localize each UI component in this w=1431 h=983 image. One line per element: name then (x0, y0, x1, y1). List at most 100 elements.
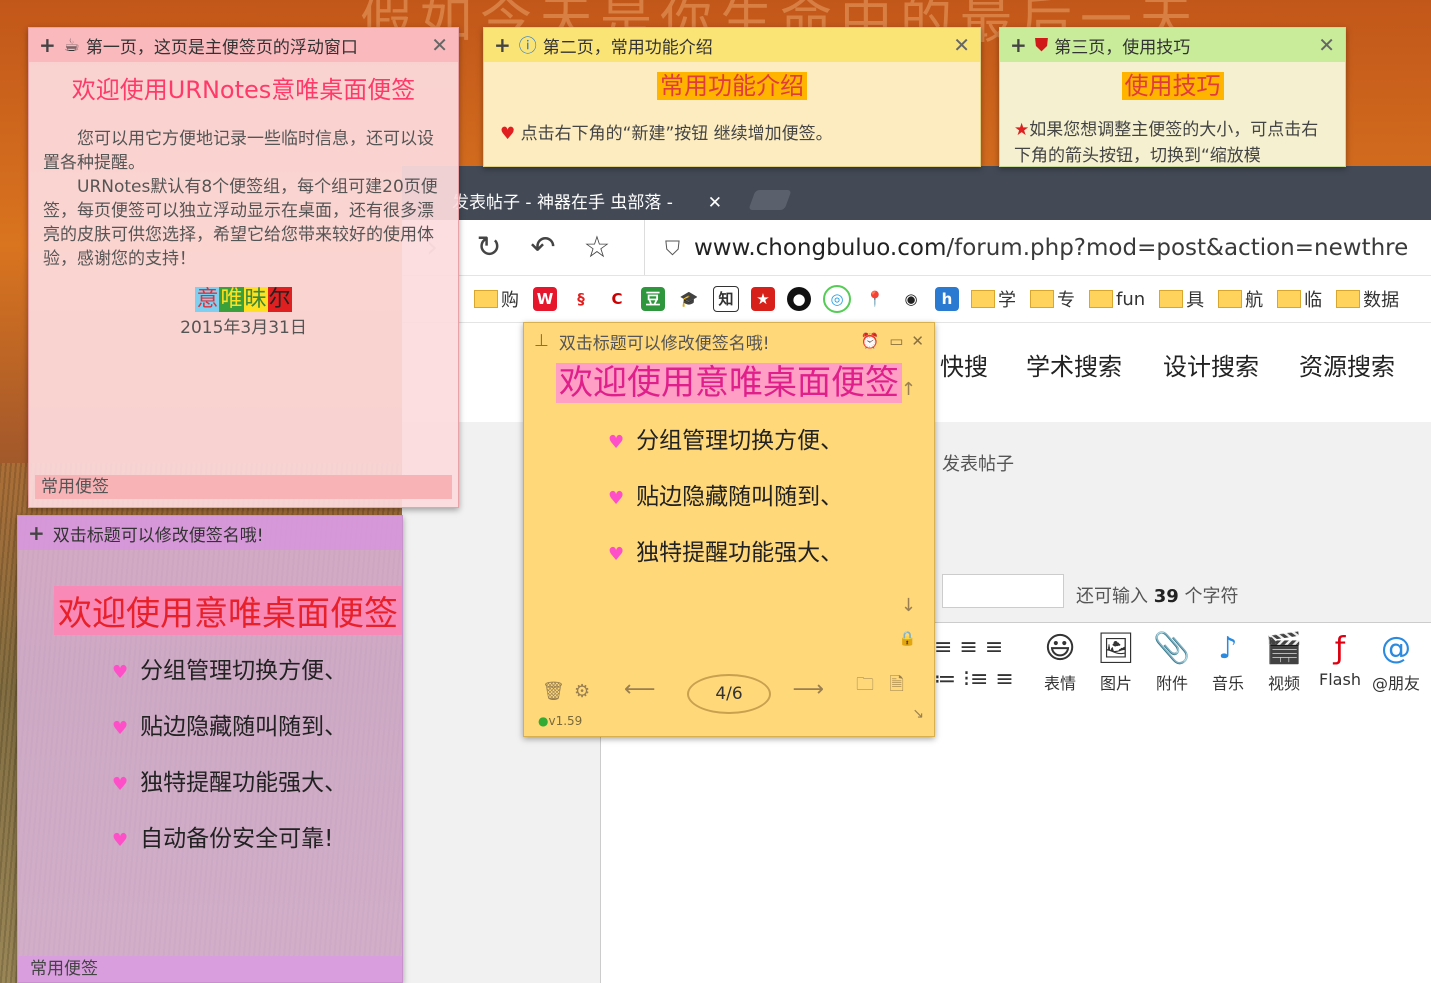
breadcrumb[interactable]: 发表帖子 (942, 450, 1014, 476)
bookmark-folder[interactable]: 航 (1218, 286, 1263, 312)
note-group-label[interactable]: 常用便签 (35, 475, 452, 499)
note-heading: 欢迎使用意唯桌面便签 (556, 363, 902, 403)
douban-icon[interactable]: 豆 (641, 287, 665, 311)
smiley-icon: 😃 (1044, 631, 1076, 666)
note-title: 双击标题可以修改便签名哦! (558, 333, 770, 354)
bookmark-star-icon[interactable]: ☆ (570, 230, 624, 265)
add-icon[interactable]: + (39, 33, 56, 57)
bookmark-folder[interactable]: fun (1089, 289, 1145, 310)
version-label: ●v1.59 (538, 714, 583, 728)
subject-input[interactable] (942, 574, 1064, 608)
color-chips: 意唯昧尔 (195, 287, 292, 312)
shield-icon: ⛊ (1034, 34, 1049, 56)
emoji-button[interactable]: 😃 表情 (1032, 628, 1088, 694)
heart-icon: ♥ (112, 718, 129, 739)
add-icon[interactable]: + (1010, 33, 1027, 57)
close-icon[interactable]: ✕ (1318, 33, 1335, 57)
close-icon[interactable]: ✕ (953, 33, 970, 57)
note-heading: 使用技巧 (1121, 72, 1224, 100)
folder-icon (1089, 290, 1113, 308)
star-icon: ★ (1014, 120, 1030, 140)
flash-button[interactable]: ƒ Flash (1312, 628, 1368, 694)
pin-icon[interactable]: ⊥ (534, 331, 549, 351)
blue-logo-icon[interactable]: h (935, 287, 959, 311)
nav-design-search[interactable]: 设计搜索 (1163, 347, 1259, 382)
add-icon[interactable]: + (28, 521, 45, 545)
folder-icon (474, 290, 498, 308)
note-titlebar[interactable]: ⊥ 双击标题可以修改便签名哦! ⏰ ▭ ✕ (524, 323, 934, 359)
note-titlebar[interactable]: + ⓘ 第二页，常用功能介绍 ✕ (484, 28, 980, 62)
tab-active[interactable]: 发表帖子 - 神器在手 虫部落 - ✕ (452, 186, 742, 220)
bookmark-folder[interactable]: 购 (474, 286, 519, 312)
music-button[interactable]: ♪ 音乐 (1200, 628, 1256, 694)
new-tab-button[interactable] (748, 190, 792, 210)
address-bar[interactable]: ⛉ www.chongbuluo.com/forum.php?mod=post&… (644, 220, 1431, 275)
nav-quick-search[interactable]: 快搜 (940, 347, 988, 382)
sticky-note-4: ⊥ 双击标题可以修改便签名哦! ⏰ ▭ ✕ 欢迎使用意唯桌面便签 ♥ 分组管理切换… (523, 322, 940, 744)
note-title: 第一页，这页是主便签页的浮动窗口 (85, 37, 358, 58)
lock-icon[interactable]: 🔒 (899, 631, 916, 647)
tab-bar: 发表帖子 - 神器在手 虫部落 - ✕ (402, 166, 1431, 220)
note-title: 双击标题可以修改便签名哦! (52, 525, 264, 546)
music-note-icon: ♪ (1218, 631, 1238, 666)
tab-close-icon[interactable]: ✕ (708, 186, 722, 220)
bookmark-folder[interactable]: 学 (971, 286, 1016, 312)
c-logo-icon[interactable]: C (605, 287, 629, 311)
alarm-icon[interactable]: ⏰ (861, 332, 880, 350)
note-heading: 欢迎使用URNotes意唯桌面便签 (71, 76, 416, 104)
image-button[interactable]: 🖼 图片 (1088, 628, 1144, 694)
circle-logo-icon[interactable]: ◎ (823, 285, 851, 313)
weibo-icon[interactable]: W (533, 287, 557, 311)
sticky-note-1: + ☕ 第一页，这页是主便签页的浮动窗口 ✕ 欢迎使用URNotes意唯桌面便签… (28, 27, 459, 508)
bookmarks-bar: 购 W § C 豆 🎓 知 ★ ● ◎ 📍 ◉ h 学 专 fun 具 航 临 … (402, 276, 1431, 323)
nav-resource-search[interactable]: 资源搜索 (1299, 347, 1395, 382)
heart-icon: ♥ (500, 124, 516, 144)
map-pin-icon[interactable]: 📍 (863, 287, 887, 311)
video-button[interactable]: 🎬 视频 (1256, 628, 1312, 694)
bookmark-folder[interactable]: 临 (1277, 286, 1322, 312)
undo-icon[interactable]: ↶ (516, 230, 570, 265)
shield-icon: ⛉ (665, 235, 680, 260)
note-heading: 欢迎使用意唯桌面便签 (54, 586, 402, 635)
reload-icon[interactable]: ↻ (462, 230, 516, 265)
folder-icon (1030, 290, 1054, 308)
github-icon[interactable]: ● (787, 287, 811, 311)
graduation-cap-icon[interactable]: 🎓 (677, 287, 701, 311)
close-icon[interactable]: ✕ (911, 332, 924, 350)
owl-icon[interactable]: ◉ (899, 287, 923, 311)
red-logo-icon[interactable]: § (569, 287, 593, 311)
at-icon: @ (1381, 631, 1411, 666)
minimize-icon[interactable]: ▭ (889, 332, 903, 350)
scroll-up-icon[interactable]: ↑ (901, 379, 916, 400)
mention-button[interactable]: @ @朋友 (1368, 628, 1424, 694)
nav-academic-search[interactable]: 学术搜索 (1026, 347, 1122, 382)
heart-icon: ♥ (112, 830, 129, 851)
bookmark-folder[interactable]: 具 (1159, 286, 1204, 312)
heart-icon: ♥ (608, 544, 625, 565)
bookmark-folder[interactable]: 专 (1030, 286, 1075, 312)
close-icon[interactable]: ✕ (431, 33, 448, 57)
note-paragraph: URNotes默认有8个便签组，每个组可建20页便签，每页便签可以独立浮动显示在… (43, 177, 438, 269)
note-titlebar[interactable]: + ☕ 第一页，这页是主便签页的浮动窗口 ✕ (29, 28, 458, 62)
add-icon[interactable]: + (494, 33, 511, 57)
clapper-icon: 🎬 (1265, 631, 1303, 666)
note-group-label[interactable]: 常用便签 (18, 956, 402, 982)
align-icon[interactable]: ≡ ≡ ≡ (934, 635, 1003, 660)
editor-toolbar: 😃 表情 🖼 图片 📎 附件 ♪ 音乐 🎬 视频 ƒ Flash @ @朋友 (1032, 628, 1424, 694)
sticky-note-2: + ⓘ 第二页，常用功能介绍 ✕ 常用功能介绍 ♥ 点击右下角的“新建”按钮 继… (483, 27, 981, 167)
scroll-down-icon[interactable]: ↓ (901, 595, 916, 616)
heart-icon: ♥ (608, 432, 625, 453)
url-path: /forum.php?mod=post&action=newthre (946, 234, 1409, 261)
page-indicator: 4/6 (524, 674, 934, 714)
list-icon[interactable]: ≔ ⁝≡ ≡ (934, 667, 1014, 692)
browser-toolbar: › ↻ ↶ ☆ ⛉ www.chongbuluo.com/forum.php?m… (402, 220, 1431, 276)
sticky-note-3: + ⛊ 第三页，使用技巧 ✕ 使用技巧 ★如果您想调整主便签的大小，可点击右下角… (999, 27, 1346, 167)
attachment-button[interactable]: 📎 附件 (1144, 628, 1200, 694)
note-titlebar[interactable]: + ⛊ 第三页，使用技巧 ✕ (1000, 28, 1345, 62)
note-titlebar[interactable]: + 双击标题可以修改便签名哦! (18, 516, 402, 550)
bookmark-folder[interactable]: 数据 (1336, 286, 1399, 312)
emblem-icon[interactable]: ★ (751, 287, 775, 311)
heart-icon: ♥ (608, 488, 625, 509)
note-paragraph: 您可以用它方便地记录一些临时信息，还可以设置各种提醒。 (43, 129, 434, 173)
zhi-icon[interactable]: 知 (713, 286, 739, 312)
